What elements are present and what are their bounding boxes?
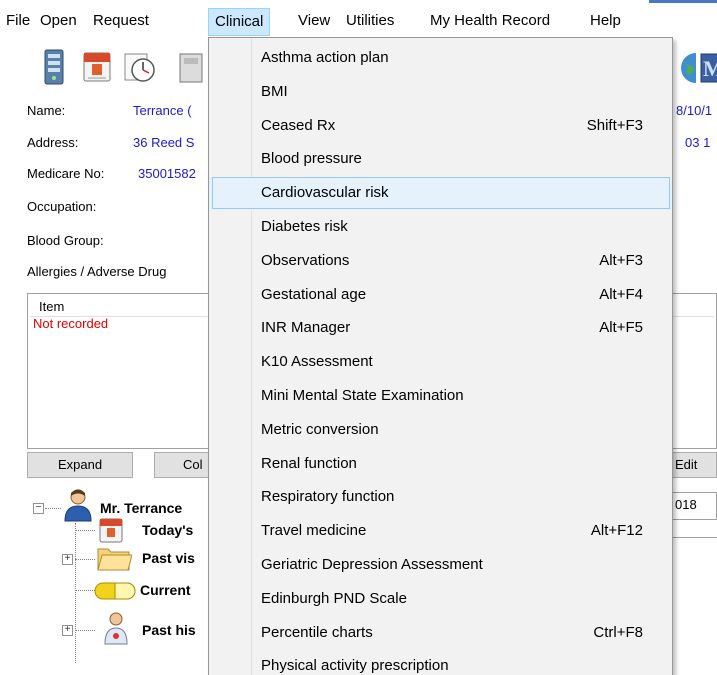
clock-icon[interactable] xyxy=(122,48,156,84)
calendar-small-icon xyxy=(98,516,124,544)
tree-past-history-expand-toggle[interactable]: + xyxy=(62,625,73,636)
menu-item-label: Ceased Rx xyxy=(261,117,336,134)
menu-my-health-record[interactable]: My Health Record xyxy=(430,10,550,32)
menu-item-label: Gestational age xyxy=(261,286,367,303)
menu-clinical[interactable]: Clinical xyxy=(208,8,271,36)
pill-icon xyxy=(93,580,137,602)
tree-past-visits-expand-toggle[interactable]: + xyxy=(62,554,73,565)
clinical-dropdown-menu: Asthma action plan BMI Ceased Rx Shift+F3 Bl… xyxy=(208,37,673,675)
menu-item-label: Respiratory function xyxy=(261,488,395,505)
menu-item-asthma-action-plan[interactable]: Asthma action plan xyxy=(209,42,672,75)
menu-item-shortcut: Ctrl+F8 xyxy=(593,624,643,641)
printer-icon[interactable] xyxy=(170,48,208,84)
globe-icon[interactable] xyxy=(676,48,711,84)
expand-button[interactable]: Expand xyxy=(27,452,133,478)
tree-root-collapse-toggle[interactable]: − xyxy=(33,503,44,514)
occupation-label: Occupation: xyxy=(27,199,97,214)
menu-item-label: Travel medicine xyxy=(261,522,367,539)
dob-value: 8/10/1 xyxy=(676,103,713,118)
menu-item-label: Renal function xyxy=(261,455,357,472)
menu-item-label: Percentile charts xyxy=(261,624,373,641)
tree-item-past-visits[interactable]: Past vis xyxy=(142,550,195,566)
menu-item-label: BMI xyxy=(261,83,288,100)
tree-item-current[interactable]: Current xyxy=(140,582,191,598)
tree-connector-vertical xyxy=(75,523,76,663)
menu-item-label: Asthma action plan xyxy=(261,49,389,66)
collapse-button[interactable]: Col xyxy=(154,452,214,478)
name-value: Terrance ( xyxy=(133,103,192,118)
address-label: Address: xyxy=(27,135,79,150)
menu-item-travel-medicine[interactable]: Travel medicine Alt+F12 xyxy=(209,515,672,548)
patient-avatar-icon xyxy=(61,487,95,523)
menu-item-label: Mini Mental State Examination xyxy=(261,387,464,404)
menu-file[interactable]: File xyxy=(6,10,30,32)
tree-connector xyxy=(45,508,61,509)
menu-item-shortcut: Alt+F3 xyxy=(599,252,643,269)
menu-item-label: Physical activity prescription xyxy=(261,657,449,674)
svg-text:M: M xyxy=(703,56,717,81)
menu-item-label: Cardiovascular risk xyxy=(261,184,389,201)
address-value: 36 Reed S xyxy=(133,135,195,150)
menu-item-shortcut: Alt+F4 xyxy=(599,286,643,303)
menu-item-diabetes-risk[interactable]: Diabetes risk xyxy=(209,211,672,244)
menu-item-respiratory-function[interactable]: Respiratory function xyxy=(209,481,672,514)
tree-connector xyxy=(75,530,95,531)
menu-item-cardiovascular-risk[interactable]: Cardiovascular risk xyxy=(209,177,672,210)
menu-item-bmi[interactable]: BMI xyxy=(209,76,672,109)
menu-item-shortcut: Alt+F5 xyxy=(599,319,643,336)
name-label: Name: xyxy=(27,103,66,118)
menu-item-label: K10 Assessment xyxy=(261,353,373,370)
menu-item-label: INR Manager xyxy=(261,319,351,336)
menu-item-k10-assessment[interactable]: K10 Assessment xyxy=(209,346,672,379)
server-icon[interactable] xyxy=(38,48,72,85)
menu-item-label: Observations xyxy=(261,252,350,269)
menu-item-inr-manager[interactable]: INR Manager Alt+F5 xyxy=(209,312,672,345)
menu-request[interactable]: Request xyxy=(93,10,149,32)
menu-item-label: Blood pressure xyxy=(261,150,362,167)
menu-item-blood-pressure[interactable]: Blood pressure xyxy=(209,143,672,176)
tree-connector xyxy=(75,590,95,591)
menu-item-shortcut: Alt+F12 xyxy=(590,522,643,539)
tree-connector xyxy=(75,559,95,560)
menu-item-label: Geriatric Depression Assessment xyxy=(261,556,483,573)
phone-value: 03 1 xyxy=(685,135,711,150)
menu-utilities[interactable]: Utilities xyxy=(346,10,394,32)
doctor-icon xyxy=(102,610,130,646)
field-underline xyxy=(672,524,717,538)
medicare-value: 35001582 xyxy=(138,166,196,181)
menu-item-label: Edinburgh PND Scale xyxy=(261,590,407,607)
menu-item-mini-mental-state-examination[interactable]: Mini Mental State Examination xyxy=(209,380,672,413)
menu-item-ceased-rx[interactable]: Ceased Rx Shift+F3 xyxy=(209,110,672,143)
menu-bar: File Open Request Clinical View Utilitie… xyxy=(0,0,717,38)
menu-item-observations[interactable]: Observations Alt+F3 xyxy=(209,245,672,278)
app-logo-icon[interactable]: M xyxy=(700,48,717,84)
menu-item-physical-activity-prescription[interactable]: Physical activity prescription xyxy=(209,650,672,675)
tree-item-today[interactable]: Today's xyxy=(142,522,193,538)
menu-item-label: Diabetes risk xyxy=(261,218,348,235)
menu-item-edinburgh-pnd-scale[interactable]: Edinburgh PND Scale xyxy=(209,583,672,616)
menu-view[interactable]: View xyxy=(298,10,330,32)
allergy-column-item[interactable]: Item xyxy=(39,299,64,314)
medicare-label: Medicare No: xyxy=(27,166,105,181)
menu-item-shortcut: Shift+F3 xyxy=(586,117,643,134)
menu-help[interactable]: Help xyxy=(590,10,621,32)
blood-group-label: Blood Group: xyxy=(27,233,104,248)
menu-item-renal-function[interactable]: Renal function xyxy=(209,448,672,481)
tree-item-past-history[interactable]: Past his xyxy=(142,622,196,638)
menu-item-percentile-charts[interactable]: Percentile charts Ctrl+F8 xyxy=(209,617,672,650)
allergies-label: Allergies / Adverse Drug xyxy=(27,264,167,279)
menu-item-label: Metric conversion xyxy=(261,421,379,438)
tree-connector xyxy=(75,630,95,631)
calendar-icon[interactable] xyxy=(80,48,114,84)
tree-root-patient[interactable]: Mr. Terrance xyxy=(100,500,182,516)
window-edge-accent xyxy=(649,0,717,3)
menu-item-gestational-age[interactable]: Gestational age Alt+F4 xyxy=(209,279,672,312)
menu-item-geriatric-depression-assessment[interactable]: Geriatric Depression Assessment xyxy=(209,549,672,582)
folder-icon xyxy=(96,541,133,573)
menu-item-metric-conversion[interactable]: Metric conversion xyxy=(209,414,672,447)
allergy-empty-value: Not recorded xyxy=(33,316,109,331)
menu-open[interactable]: Open xyxy=(40,10,77,32)
date-field[interactable]: 018 xyxy=(672,492,717,520)
